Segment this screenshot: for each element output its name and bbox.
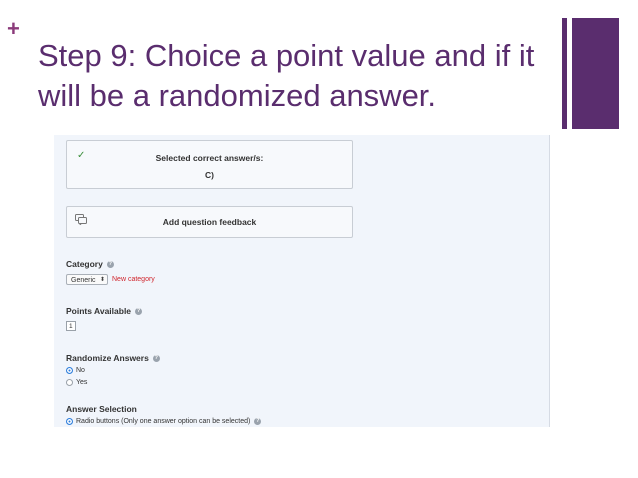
correct-answer-box: ✓ Selected correct answer/s: C) — [66, 140, 353, 189]
answer-selection-option-label: Radio buttons (Only one answer option ca… — [76, 418, 251, 425]
help-icon[interactable]: ? — [152, 355, 160, 362]
randomize-option-yes-label: Yes — [76, 379, 88, 386]
help-icon[interactable]: ? — [135, 308, 143, 315]
screenshot-panel: ✓ Selected correct answer/s: C) Add ques… — [54, 135, 550, 427]
slide-title: Step 9: Choice a point value and if it w… — [38, 38, 535, 113]
randomize-label: Randomize Answers? — [66, 353, 160, 363]
randomize-label-text: Randomize Answers — [66, 353, 149, 363]
new-category-link[interactable]: New category — [112, 276, 155, 283]
points-label-text: Points Available — [66, 306, 132, 316]
correct-answer-heading: Selected correct answer/s: — [155, 153, 264, 163]
select-arrows-icon: ⬍ — [99, 277, 105, 283]
points-input[interactable]: 1 — [66, 321, 76, 331]
add-feedback-button[interactable]: Add question feedback — [66, 206, 353, 238]
category-selected-value: Generic — [71, 277, 96, 284]
randomize-option-yes[interactable]: Yes — [66, 379, 87, 386]
category-select[interactable]: Generic ⬍ — [66, 274, 108, 285]
answer-selection-radio-option[interactable]: Radio buttons (Only one answer option ca… — [66, 418, 262, 425]
accent-bar-thin — [562, 18, 567, 129]
help-icon[interactable]: ? — [106, 261, 114, 268]
add-feedback-label: Add question feedback — [162, 217, 257, 227]
category-label-text: Category — [66, 259, 103, 269]
help-icon[interactable]: ? — [254, 418, 262, 425]
points-label: Points Available? — [66, 306, 143, 316]
accent-bar-thick — [572, 18, 619, 129]
slide: + Step 9: Choice a point value and if it… — [0, 0, 638, 478]
randomize-option-no-label: No — [76, 367, 85, 374]
answer-selection-label: Answer Selection — [66, 404, 137, 414]
correct-answer-value: C) — [205, 170, 214, 180]
randomize-option-no[interactable]: No — [66, 367, 85, 374]
radio-selected-icon[interactable] — [66, 367, 73, 374]
radio-unselected-icon[interactable] — [66, 379, 73, 386]
radio-selected-icon[interactable] — [66, 418, 73, 425]
category-label: Category? — [66, 259, 114, 269]
plus-bullet-icon: + — [7, 16, 20, 41]
